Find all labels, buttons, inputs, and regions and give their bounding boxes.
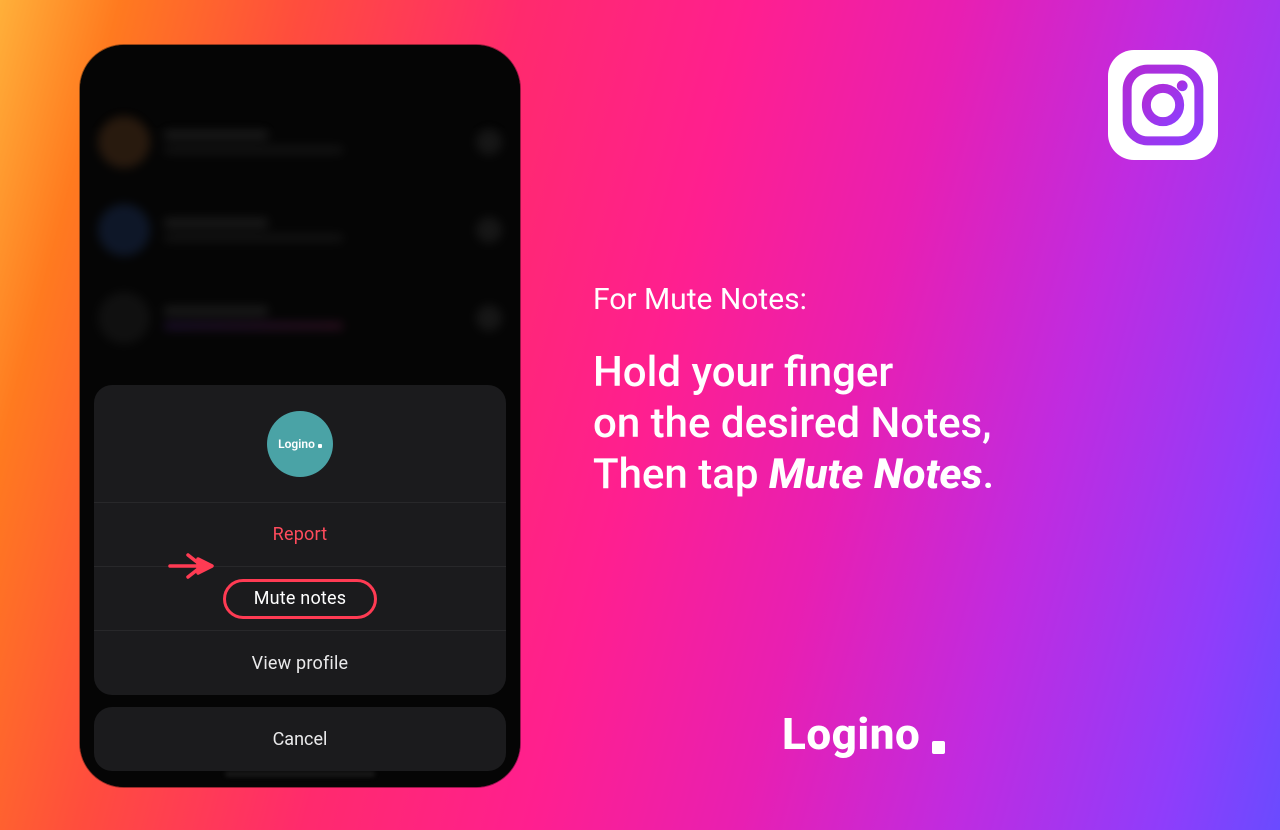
callout-arrow-icon xyxy=(168,551,216,581)
instruction-line1: Hold your finger xyxy=(593,348,893,397)
dm-row-blurred xyxy=(98,107,502,177)
instruction-line3-suffix: . xyxy=(982,450,994,499)
report-button[interactable]: Report xyxy=(94,503,506,567)
instagram-icon xyxy=(1122,64,1204,146)
brand-logo: Logino xyxy=(782,708,945,760)
cancel-button[interactable]: Cancel xyxy=(94,707,506,771)
dm-row-blurred xyxy=(98,283,502,353)
instruction-lead: For Mute Notes: xyxy=(593,280,1220,319)
instruction-emphasis: Mute Notes xyxy=(769,450,983,499)
view-profile-button[interactable]: View profile xyxy=(94,631,506,695)
brand-name: Logino xyxy=(782,708,920,760)
instruction-line2: on the desired Notes, xyxy=(593,399,992,448)
mute-notes-label: Mute notes xyxy=(254,590,346,608)
mute-notes-button[interactable]: Mute notes xyxy=(94,567,506,631)
action-sheet-container: Logino Report Mute notes View profile Ca… xyxy=(94,385,506,771)
action-sheet: Logino Report Mute notes View profile xyxy=(94,385,506,695)
instagram-badge xyxy=(1108,50,1218,160)
sheet-avatar-cell: Logino xyxy=(94,385,506,503)
report-label: Report xyxy=(273,524,328,545)
tutorial-slide: Logino Report Mute notes View profile Ca… xyxy=(0,0,1280,830)
home-indicator xyxy=(225,771,375,777)
cancel-label: Cancel xyxy=(273,729,328,750)
phone-mock: Logino Report Mute notes View profile Ca… xyxy=(80,45,520,787)
sheet-avatar-label: Logino xyxy=(278,437,315,451)
view-profile-label: View profile xyxy=(252,653,349,674)
dm-row-blurred xyxy=(98,195,502,265)
brand-dot-icon xyxy=(932,741,945,754)
instruction-text: For Mute Notes: Hold your finger on the … xyxy=(593,280,1220,501)
instruction-line3-prefix: Then tap xyxy=(593,450,769,499)
sheet-avatar: Logino xyxy=(267,411,333,477)
instruction-body: Hold your finger on the desired Notes, T… xyxy=(593,347,1220,501)
mute-notes-highlight: Mute notes xyxy=(223,579,377,619)
